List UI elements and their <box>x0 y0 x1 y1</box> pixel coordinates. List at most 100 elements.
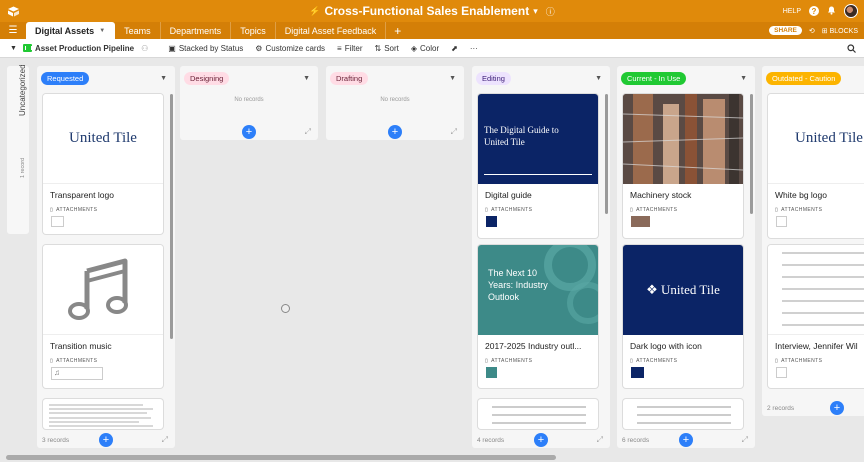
more-icon: ··· <box>469 43 478 53</box>
card-document[interactable] <box>43 399 163 429</box>
view-switcher-caret-icon[interactable]: ▼ <box>10 45 17 52</box>
more-options-button[interactable]: ··· <box>470 44 478 53</box>
attachment-thumbnail[interactable]: ♫ <box>51 367 103 380</box>
attachment-thumbnail[interactable] <box>631 216 650 227</box>
column-caret-icon[interactable]: ▼ <box>449 75 456 82</box>
card-digital-guide[interactable]: The Digital Guide to United Tile Digital… <box>478 94 598 238</box>
expand-icon[interactable]: ⤢ <box>451 127 457 137</box>
filter-button[interactable]: ≡ Filter <box>337 44 362 53</box>
card-dark-logo[interactable]: ❖ United Tile Dark logo with icon ▯ ATTAC… <box>623 245 743 388</box>
record-count: 3 records <box>42 436 70 444</box>
view-name-button[interactable]: Asset Production Pipeline ⚇ <box>22 44 148 53</box>
share-view-button[interactable]: ⬈ <box>451 44 458 53</box>
tab-label: Digital Assets <box>35 25 95 36</box>
card-image-text: United Tile <box>795 130 863 146</box>
add-table-icon[interactable]: + <box>386 22 409 39</box>
add-record-button[interactable]: + <box>242 125 256 139</box>
column-caret-icon[interactable]: ▼ <box>740 75 747 82</box>
search-icon[interactable] <box>847 39 856 58</box>
user-avatar[interactable] <box>844 4 858 18</box>
column-editing: Editing ▼ The Digital Guide to United Ti… <box>472 66 610 448</box>
record-count: 4 records <box>477 436 505 444</box>
customize-cards-label: Customize cards <box>265 43 326 53</box>
add-record-button[interactable]: + <box>830 401 844 415</box>
tab-topics[interactable]: Topics <box>231 22 276 39</box>
column-caret-icon[interactable]: ▼ <box>160 75 167 82</box>
tab-label: Teams <box>124 25 151 36</box>
base-lightning-icon: ⚡ <box>309 5 321 16</box>
horizontal-scrollbar[interactable] <box>6 455 556 460</box>
tab-digital-assets[interactable]: Digital Assets ▼ <box>26 22 116 39</box>
card-document[interactable] <box>623 399 743 429</box>
add-record-button[interactable]: + <box>679 433 693 447</box>
tab-digital-asset-feedback[interactable]: Digital Asset Feedback <box>276 22 387 39</box>
column-scrollbar[interactable] <box>750 94 753 214</box>
tab-caret-icon[interactable]: ▼ <box>99 28 105 34</box>
document-preview-icon <box>637 406 731 424</box>
card-machinery-stock[interactable]: Machinery stock ▯ ATTACHMENTS <box>623 94 743 238</box>
column-caret-icon[interactable]: ▼ <box>303 75 310 82</box>
column-designing: Designing ▼ No records + ⤢ <box>180 66 318 140</box>
sort-label: Sort <box>384 43 399 53</box>
tab-teams[interactable]: Teams <box>115 22 161 39</box>
attachment-thumbnail[interactable] <box>776 367 787 378</box>
attachment-thumbnail[interactable] <box>486 216 497 227</box>
tab-label: Digital Asset Feedback <box>284 25 377 36</box>
share-button[interactable]: SHARE <box>769 26 802 35</box>
column-scrollbar[interactable] <box>170 94 173 339</box>
help-question-icon[interactable]: ? <box>809 6 819 16</box>
card-white-bg-logo[interactable]: United Tile White bg logo ▯ ATTACHMENTS <box>768 94 864 238</box>
help-link[interactable]: HELP <box>783 8 801 15</box>
collaborators-icon[interactable]: ⚇ <box>141 44 148 53</box>
base-title[interactable]: Cross-Functional Sales Enablement <box>324 4 529 18</box>
history-icon[interactable]: ⟲ <box>809 27 815 35</box>
color-label: Color <box>420 43 440 53</box>
add-record-button[interactable]: + <box>534 433 548 447</box>
tab-departments[interactable]: Departments <box>161 22 232 39</box>
add-record-button[interactable]: + <box>99 433 113 447</box>
uncategorized-count: 1 record <box>20 157 26 178</box>
column-scrollbar[interactable] <box>605 94 608 214</box>
color-button[interactable]: ◈ Color <box>411 44 439 53</box>
uncategorized-stack[interactable]: Uncategorized 1 record <box>7 64 29 234</box>
table-tabs: ☰ Digital Assets ▼ Teams Departments Top… <box>0 22 864 39</box>
attachment-thumbnail[interactable] <box>51 216 64 227</box>
tab-label: Topics <box>240 25 266 36</box>
kanban-icon <box>22 44 32 52</box>
record-count: 2 records <box>767 404 795 412</box>
paperclip-icon: ▯ <box>630 207 634 213</box>
card-title: Digital guide <box>485 190 532 200</box>
expand-icon[interactable]: ⤢ <box>305 127 311 137</box>
attachments-label: ▯ ATTACHMENTS <box>50 207 98 213</box>
base-title-caret-icon[interactable]: ▾ <box>533 6 538 17</box>
attachment-thumbnail[interactable] <box>631 367 644 378</box>
card-transparent-logo[interactable]: United Tile Transparent logo ▯ ATTACHMENT… <box>43 94 163 234</box>
share-view-icon: ⬈ <box>451 43 458 53</box>
sort-button[interactable]: ⇅ Sort <box>375 44 399 53</box>
expand-icon[interactable]: ⤢ <box>597 435 603 445</box>
status-pill: Designing <box>184 71 230 85</box>
attachment-thumbnail[interactable] <box>486 367 497 378</box>
expand-icon[interactable]: ⤢ <box>742 435 748 445</box>
airtable-logo-icon[interactable] <box>0 0 26 22</box>
card-interview[interactable]: Interview, Jennifer Wil ▯ ATTACHMENTS <box>768 245 864 388</box>
card-document[interactable] <box>478 399 598 429</box>
card-industry-outlook[interactable]: The Next 10 Years: Industry Outlook 2017… <box>478 245 598 388</box>
attachments-label: ▯ ATTACHMENTS <box>485 358 533 364</box>
base-info-icon[interactable]: ⓘ <box>546 5 555 18</box>
blocks-button[interactable]: ⊞ BLOCKS <box>822 27 858 35</box>
stacked-by-button[interactable]: ▣ Stacked by Status <box>168 44 243 53</box>
stack-icon: ▣ <box>168 43 176 53</box>
notifications-bell-icon[interactable] <box>827 5 836 17</box>
paperclip-icon: ▯ <box>775 207 779 213</box>
attachment-thumbnail[interactable] <box>776 216 787 227</box>
hamburger-menu-icon[interactable]: ☰ <box>0 22 26 39</box>
column-caret-icon[interactable]: ▼ <box>595 75 602 82</box>
add-record-button[interactable]: + <box>388 125 402 139</box>
expand-icon[interactable]: ⤢ <box>162 435 168 445</box>
card-transition-music[interactable]: Transition music ▯ ATTACHMENTS ♫ <box>43 245 163 388</box>
mouse-cursor-icon <box>281 304 290 313</box>
customize-cards-button[interactable]: ⚙ Customize cards <box>255 44 325 53</box>
kanban-board: Uncategorized 1 record Requested ▼ Unite… <box>0 58 864 452</box>
attachments-label: ▯ ATTACHMENTS <box>630 207 678 213</box>
